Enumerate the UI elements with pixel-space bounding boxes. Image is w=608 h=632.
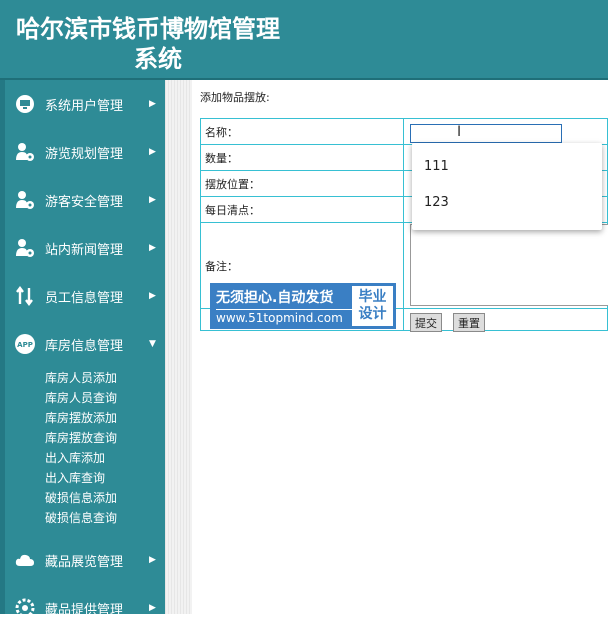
app-icon: APP	[15, 334, 35, 354]
frame-gutter	[165, 80, 192, 614]
name-input[interactable]	[410, 124, 562, 143]
sidebar-item-label: 站内新闻管理	[45, 242, 124, 258]
app-title: 哈尔滨市钱币博物馆管理 系统	[16, 14, 316, 74]
banner-badge: 毕业 设计	[352, 286, 393, 326]
svg-text:APP: APP	[17, 341, 33, 349]
submenu-warehouse-staff-query[interactable]: 库房人员查询	[45, 388, 117, 408]
chevron-down-icon: ▼	[149, 339, 156, 349]
label-daily-count: 每日清点：	[199, 196, 405, 223]
chevron-right-icon: ▶	[149, 147, 156, 157]
autocomplete-option[interactable]: 123	[424, 195, 449, 210]
sidebar-item-label: 游客安全管理	[45, 194, 124, 210]
submit-button[interactable]: 提交	[410, 313, 442, 332]
submenu-warehouse-placement-add[interactable]: 库房摆放添加	[45, 408, 117, 428]
sidebar-item-staff-info[interactable]: 员工信息管理 ▶	[5, 272, 165, 320]
submenu-inout-add[interactable]: 出入库添加	[45, 448, 105, 468]
app-header: 哈尔滨市钱币博物馆管理 系统	[0, 0, 608, 80]
chevron-right-icon: ▶	[149, 195, 156, 205]
chevron-right-icon: ▶	[149, 555, 156, 565]
sidebar: 系统用户管理 ▶ 游览规划管理 ▶ 游客安全管理 ▶ 站内新闻管理 ▶ 员工信息…	[0, 80, 165, 618]
page-title: 添加物品摆放:	[200, 91, 270, 104]
label-quantity: 数量：	[199, 144, 405, 171]
watermark-banner: 无须担心.自动发货 www.51topmind.com 毕业 设计	[210, 283, 396, 329]
sidebar-item-collection-provide[interactable]: 藏品提供管理 ▶	[5, 584, 165, 632]
sidebar-item-label: 系统用户管理	[45, 98, 124, 114]
reset-button[interactable]: 重置	[453, 313, 485, 332]
app-title-line2: 系统	[134, 44, 182, 73]
label-name: 名称：	[199, 118, 405, 145]
chevron-right-icon: ▶	[149, 243, 156, 253]
submenu-inout-query[interactable]: 出入库查询	[45, 468, 105, 488]
submenu-damage-add[interactable]: 破损信息添加	[45, 488, 117, 508]
user-gear-icon	[15, 142, 35, 162]
chevron-right-icon: ▶	[149, 291, 156, 301]
banner-slogan: 无须担心.自动发货	[216, 290, 334, 306]
sidebar-item-label: 藏品提供管理	[45, 602, 124, 618]
submenu-warehouse-staff-add[interactable]: 库房人员添加	[45, 368, 117, 388]
submenu-warehouse-placement-query[interactable]: 库房摆放查询	[45, 428, 117, 448]
gear-icon	[15, 598, 35, 618]
autocomplete-option[interactable]: 111	[424, 159, 449, 174]
autocomplete-dropdown: 111 123	[412, 143, 602, 230]
sidebar-item-site-news[interactable]: 站内新闻管理 ▶	[5, 224, 165, 272]
monitor-icon	[15, 94, 35, 114]
sidebar-item-label: 藏品展览管理	[45, 554, 124, 570]
sidebar-item-label: 库房信息管理	[45, 338, 124, 354]
text-cursor-icon: I	[457, 124, 462, 140]
label-location: 摆放位置：	[199, 170, 405, 197]
sidebar-item-tour-planning[interactable]: 游览规划管理 ▶	[5, 128, 165, 176]
sidebar-item-label: 员工信息管理	[45, 290, 124, 306]
submenu-damage-query[interactable]: 破损信息查询	[45, 508, 117, 528]
sidebar-item-warehouse-info[interactable]: APP 库房信息管理 ▼	[5, 320, 165, 368]
user-gear-icon	[15, 190, 35, 210]
user-gear-icon	[15, 238, 35, 258]
cloud-icon	[15, 550, 35, 570]
app-title-line1: 哈尔滨市钱币博物馆管理	[16, 14, 280, 43]
chevron-right-icon: ▶	[149, 99, 156, 109]
banner-url: www.51topmind.com	[216, 309, 352, 325]
remarks-textarea[interactable]	[410, 224, 608, 306]
sidebar-item-collection-exhibit[interactable]: 藏品展览管理 ▶	[5, 536, 165, 584]
sidebar-item-label: 游览规划管理	[45, 146, 124, 162]
chevron-right-icon: ▶	[149, 603, 156, 613]
transfer-icon	[15, 286, 35, 306]
sidebar-item-system-users[interactable]: 系统用户管理 ▶	[5, 80, 165, 128]
sidebar-item-visitor-safety[interactable]: 游客安全管理 ▶	[5, 176, 165, 224]
